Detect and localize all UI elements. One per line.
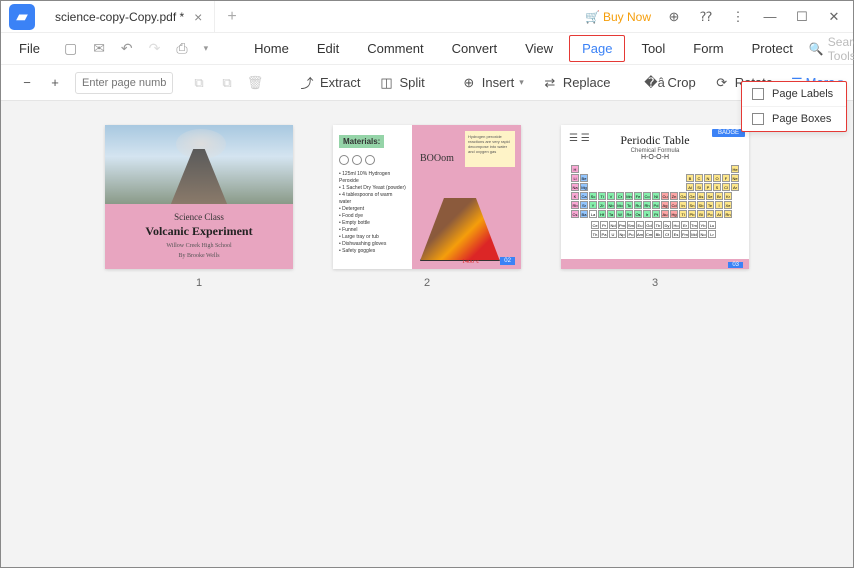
search-tools[interactable]: 🔍 Search Tools [809,35,854,63]
close-window-button[interactable]: ✕ [825,9,843,25]
menu-convert[interactable]: Convert [440,36,510,61]
thumb-wrap-3: BADGE ☰ ☰ Periodic Table Chemical Formul… [561,125,749,289]
search-icon: 🔍 [809,42,824,56]
open-icon[interactable]: ▢ [58,36,83,61]
page-labels-icon [752,88,764,100]
crop-button[interactable]: �âCrop [647,75,696,91]
menu-page[interactable]: Page [569,35,625,62]
periodic-table: HHe LiBeBCNOFNe NaMgAlSiPSClAr KCaScTiVC… [571,165,739,245]
tab-filename: science-copy-Copy.pdf * [55,10,184,24]
page-thumbnail-3[interactable]: BADGE ☰ ☰ Periodic Table Chemical Formul… [561,125,749,269]
menu-edit[interactable]: Edit [305,36,351,61]
more-dropdown: Page Labels Page Boxes [741,81,847,132]
menu-tool[interactable]: Tool [629,36,677,61]
zoom-in-button[interactable]: + [47,75,63,91]
menu-view[interactable]: View [513,36,565,61]
page-number-1: 1 [196,277,202,289]
app-icon: ▰ [9,4,35,30]
page-labels-item[interactable]: Page Labels [742,82,846,107]
cart-icon: 🛒 [585,10,600,24]
page-toolbar: − + ⧉ ⧉ 🗑 ⤴Extract ◫Split ⊕Insert▾ ⇄Repl… [1,65,853,101]
page-number-2: 2 [424,277,430,289]
replace-button[interactable]: ⇄Replace [542,75,611,91]
help-icon[interactable]: ⁇ [697,9,715,25]
page-number-input[interactable] [75,72,173,94]
undo-icon[interactable]: ↶ [115,36,139,61]
save-icon[interactable]: ✉ [87,36,111,61]
page-boxes-icon [752,113,764,125]
extract-button[interactable]: ⤴Extract [299,75,360,91]
titlebar: ▰ science-copy-Copy.pdf * × + 🛒 Buy Now … [1,1,853,33]
new-tab-button[interactable]: + [215,8,248,26]
maximize-button[interactable]: ☐ [793,9,811,25]
zoom-out-button[interactable]: − [19,75,35,91]
buy-now-link[interactable]: 🛒 Buy Now [585,10,651,24]
page-boxes-item[interactable]: Page Boxes [742,107,846,131]
minimize-button[interactable]: — [761,9,779,24]
thumb-wrap-1: BADGE Science Class Volcanic Experiment … [105,125,293,289]
thumbnail-grid: BADGE Science Class Volcanic Experiment … [1,101,853,567]
page-number-3: 3 [652,277,658,289]
paste-page-button[interactable]: ⧉ [219,75,235,91]
print-icon[interactable]: ⎙ [170,36,193,61]
file-menu[interactable]: File [11,37,48,60]
page-thumbnail-1[interactable]: BADGE Science Class Volcanic Experiment … [105,125,293,269]
share-icon[interactable]: ⊕ [665,9,683,25]
delete-page-button[interactable]: 🗑 [247,75,263,91]
menu-comment[interactable]: Comment [355,36,435,61]
close-tab-icon[interactable]: × [194,9,202,25]
chevron-down-icon[interactable]: ▾ [198,39,215,58]
redo-icon[interactable]: ↷ [143,36,167,61]
menubar: File ▢ ✉ ↶ ↷ ⎙ ▾ Home Edit Comment Conve… [1,33,853,65]
kebab-icon[interactable]: ⋮ [729,9,747,25]
page-thumbnail-2[interactable]: BADGE Materials: • 125ml 10% Hydrogen Pe… [333,125,521,269]
split-button[interactable]: ◫Split [378,75,424,91]
menu-home[interactable]: Home [242,36,301,61]
document-tab[interactable]: science-copy-Copy.pdf * × [43,1,215,32]
copy-page-button[interactable]: ⧉ [191,75,207,91]
thumb-wrap-2: BADGE Materials: • 125ml 10% Hydrogen Pe… [333,125,521,289]
menu-form[interactable]: Form [681,36,735,61]
menu-protect[interactable]: Protect [740,36,805,61]
insert-button[interactable]: ⊕Insert▾ [461,75,524,91]
